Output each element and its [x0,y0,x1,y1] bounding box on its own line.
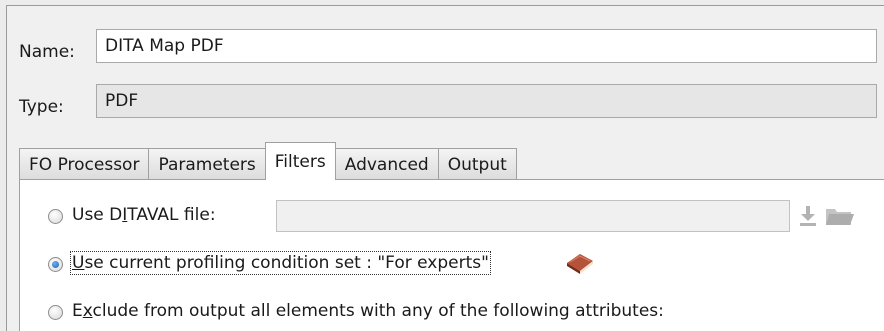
tab-label: Parameters [158,154,256,175]
book-icon[interactable] [564,250,596,281]
type-value: PDF [105,91,139,111]
exclude-text-pre: E [72,301,83,321]
type-label: Type: [19,97,64,117]
download-icon[interactable] [798,205,818,232]
ditaval-text-post: TAVAL file: [127,205,216,225]
tab-label: Advanced [344,154,429,175]
profiling-option-label[interactable]: Use current profiling condition set : "F… [70,251,491,275]
ditaval-option-label[interactable]: Use DITAVAL file: [72,205,216,225]
tab-output[interactable]: Output [437,148,517,180]
tab-label: FO Processor [29,154,140,175]
tab-advanced[interactable]: Advanced [334,148,439,180]
tab-label: Filters [274,151,326,172]
tab-filters[interactable]: Filters [264,142,336,180]
ditaval-text-pre: Use D [72,205,123,225]
name-field[interactable]: DITA Map PDF [96,29,877,63]
tab-bar: FO Processor Parameters Filters Advanced… [19,142,517,180]
folder-icon[interactable] [825,205,855,232]
type-field: PDF [96,84,877,118]
exclude-option-label[interactable]: Exclude from output all elements with an… [72,301,664,321]
ditaval-path-field [276,200,790,232]
profiling-text-post: se current profiling condition set : "Fo… [84,253,489,273]
tab-parameters[interactable]: Parameters [148,148,266,180]
exclude-mnemonic: x [82,301,93,321]
name-value: DITA Map PDF [105,36,224,56]
exclude-radio[interactable] [48,305,63,320]
tab-fo-processor[interactable]: FO Processor [19,148,150,180]
ditaval-radio[interactable] [48,209,63,224]
tab-label: Output [447,154,507,175]
exclude-text-post: clude from output all elements with any … [92,301,664,321]
profiling-mnemonic: U [72,253,85,273]
name-label: Name: [19,42,75,62]
profiling-radio[interactable] [48,257,63,272]
